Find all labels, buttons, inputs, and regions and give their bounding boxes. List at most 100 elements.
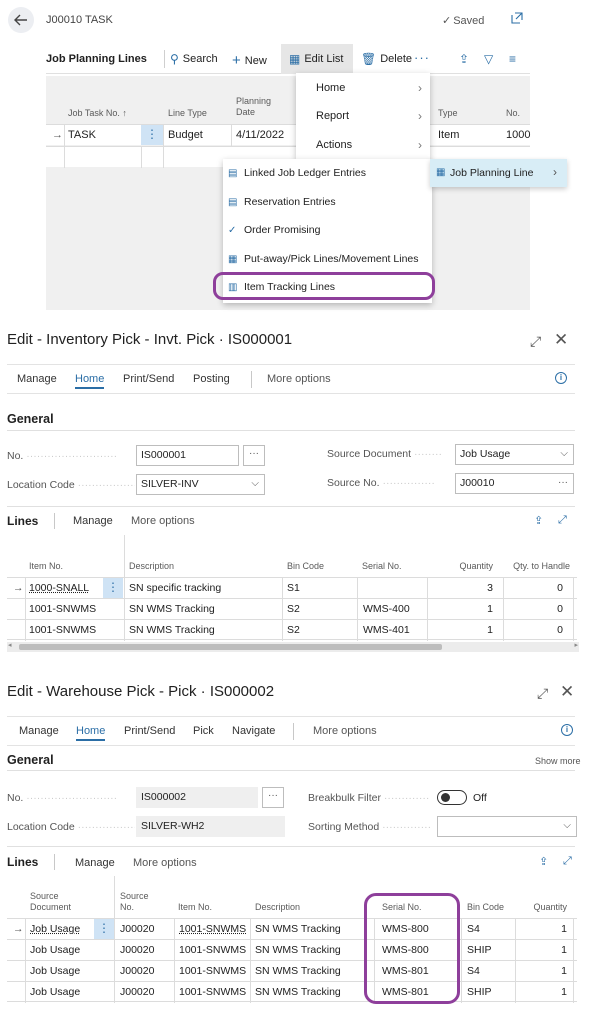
source-no-cell[interactable]: J00020: [120, 923, 154, 935]
filter-icon[interactable]: ▽: [484, 52, 493, 66]
table-row[interactable]: 1001-SNWMS SN WMS Tracking S2 WMS-401 1 …: [7, 619, 577, 641]
col-no[interactable]: No.: [506, 108, 520, 119]
serial-no-cell[interactable]: WMS-401: [363, 624, 410, 636]
submenu-putaway-pick-lines[interactable]: ▦ Put-away/Pick Lines/Movement Lines: [228, 253, 419, 265]
serial-no-cell[interactable]: WMS-400: [363, 603, 410, 615]
col-description[interactable]: Description: [129, 561, 174, 572]
search-button[interactable]: ⚲ Search: [170, 52, 218, 66]
table-row[interactable]: Job Usage J00020 1001-SNWMS SN WMS Track…: [7, 981, 577, 1003]
menu-item-home[interactable]: Home: [316, 82, 345, 94]
source-document-cell[interactable]: Job Usage: [30, 965, 80, 977]
expand-icon[interactable]: ⤢: [537, 685, 548, 702]
description-cell[interactable]: SN WMS Tracking: [129, 603, 215, 615]
menu-item-report[interactable]: Report: [316, 110, 349, 122]
location-code-field[interactable]: SILVER-INV ⌵: [136, 474, 265, 495]
no-assist-button[interactable]: ···: [262, 787, 284, 808]
nav-home[interactable]: Home: [76, 725, 106, 741]
edit-list-button[interactable]: ▦ Edit List: [289, 52, 343, 66]
item-no-cell[interactable]: 1000-SNALL: [29, 582, 89, 594]
table-row[interactable]: Job Usage J00020 1001-SNWMS SN WMS Track…: [7, 960, 577, 982]
share-icon[interactable]: ⇪: [459, 52, 469, 66]
general-heading[interactable]: General: [7, 753, 54, 767]
job-task-no-cell[interactable]: TASK: [68, 129, 96, 141]
new-button[interactable]: + New: [232, 52, 267, 69]
nav-manage[interactable]: Manage: [17, 373, 57, 385]
list-view-icon[interactable]: ≡: [509, 52, 516, 66]
bin-code-cell[interactable]: S4: [467, 923, 480, 935]
col-qty-to-handle[interactable]: Qty. to Handle: [504, 561, 570, 572]
col-description[interactable]: Description: [255, 902, 300, 913]
quantity-cell[interactable]: 1: [515, 986, 567, 998]
nav-more-options[interactable]: More options: [267, 373, 331, 385]
quantity-cell[interactable]: 3: [427, 582, 493, 594]
type-cell[interactable]: Item: [438, 129, 459, 141]
nav-print-send[interactable]: Print/Send: [124, 725, 175, 737]
bin-code-cell[interactable]: SHIP: [467, 944, 492, 956]
source-no-cell[interactable]: J00020: [120, 965, 154, 977]
quantity-cell[interactable]: 1: [427, 603, 493, 615]
col-serial-no[interactable]: Serial No.: [362, 561, 402, 572]
no-field[interactable]: IS000001: [136, 445, 239, 466]
source-document-cell[interactable]: Job Usage: [30, 986, 80, 998]
info-icon[interactable]: i: [561, 724, 573, 736]
nav-manage[interactable]: Manage: [19, 725, 59, 737]
nav-posting[interactable]: Posting: [193, 373, 230, 385]
lines-manage[interactable]: Manage: [73, 515, 113, 527]
source-document-field[interactable]: Job Usage ⌵: [455, 444, 574, 465]
table-row[interactable]: Job Usage J00020 1001-SNWMS SN WMS Track…: [7, 939, 577, 961]
bin-code-cell[interactable]: SHIP: [467, 986, 492, 998]
nav-home[interactable]: Home: [75, 373, 105, 389]
col-item-no[interactable]: Item No.: [178, 902, 212, 913]
horizontal-scrollbar[interactable]: ◂ ▸: [7, 642, 579, 652]
general-heading[interactable]: General: [7, 412, 54, 426]
quantity-cell[interactable]: 1: [427, 624, 493, 636]
row-actions-button[interactable]: ⋮: [103, 578, 123, 598]
row-actions-button[interactable]: ⋮: [94, 919, 114, 939]
lines-heading[interactable]: Lines: [7, 514, 38, 528]
item-no-cell[interactable]: 1001-SNWMS: [179, 923, 246, 935]
share-icon[interactable]: ⇪: [534, 514, 543, 527]
item-no-cell[interactable]: 1001-SNWMS: [179, 986, 246, 998]
submenu-linked-job-ledger-entries[interactable]: ▤ Linked Job Ledger Entries: [228, 167, 366, 179]
col-bin-code[interactable]: Bin Code: [287, 561, 324, 572]
item-no-cell[interactable]: 1001-SNWMS: [29, 624, 96, 636]
scroll-right-icon[interactable]: ▸: [574, 641, 578, 649]
close-icon[interactable]: ✕: [560, 682, 574, 702]
delete-button[interactable]: 🗑 Delete: [361, 52, 412, 66]
col-line-type[interactable]: Line Type: [168, 108, 207, 119]
qty-to-handle-cell[interactable]: 0: [503, 624, 563, 636]
source-no-cell[interactable]: J00020: [120, 986, 154, 998]
nav-pick[interactable]: Pick: [193, 725, 214, 737]
menu-item-actions[interactable]: Actions: [316, 139, 352, 151]
planning-date-cell[interactable]: 4/11/2022: [236, 129, 284, 141]
tab-job-planning-lines[interactable]: Job Planning Lines: [46, 53, 147, 65]
bin-code-cell[interactable]: S1: [287, 582, 300, 594]
close-icon[interactable]: ✕: [554, 330, 568, 350]
source-document-cell[interactable]: Job Usage: [30, 944, 80, 956]
col-item-no[interactable]: Item No.: [29, 561, 63, 572]
expand-lines-icon[interactable]: ⤢: [563, 855, 572, 868]
col-quantity[interactable]: Quantity: [517, 902, 567, 913]
item-no-cell[interactable]: 1001-SNWMS: [179, 944, 246, 956]
description-cell[interactable]: SN specific tracking: [129, 582, 221, 594]
col-bin-code[interactable]: Bin Code: [467, 902, 504, 913]
description-cell[interactable]: SN WMS Tracking: [255, 944, 341, 956]
nav-print-send[interactable]: Print/Send: [123, 373, 174, 385]
quantity-cell[interactable]: 1: [515, 944, 567, 956]
bin-code-cell[interactable]: S4: [467, 965, 480, 977]
col-quantity[interactable]: Quantity: [427, 561, 493, 572]
description-cell[interactable]: SN WMS Tracking: [129, 624, 215, 636]
bin-code-cell[interactable]: S2: [287, 624, 300, 636]
lines-heading[interactable]: Lines: [7, 855, 38, 869]
show-more-link[interactable]: Show more: [535, 756, 581, 766]
nav-navigate[interactable]: Navigate: [232, 725, 275, 737]
quantity-cell[interactable]: 1: [515, 923, 567, 935]
scroll-left-icon[interactable]: ◂: [8, 641, 12, 649]
no-assist-button[interactable]: ···: [243, 445, 265, 466]
source-no-cell[interactable]: J00020: [120, 944, 154, 956]
back-button[interactable]: [8, 7, 34, 33]
col-planning-date[interactable]: Planning Date: [236, 96, 280, 118]
info-icon[interactable]: i: [555, 372, 567, 384]
col-source-document[interactable]: Source Document: [30, 891, 100, 913]
share-icon[interactable]: ⇪: [539, 855, 548, 868]
